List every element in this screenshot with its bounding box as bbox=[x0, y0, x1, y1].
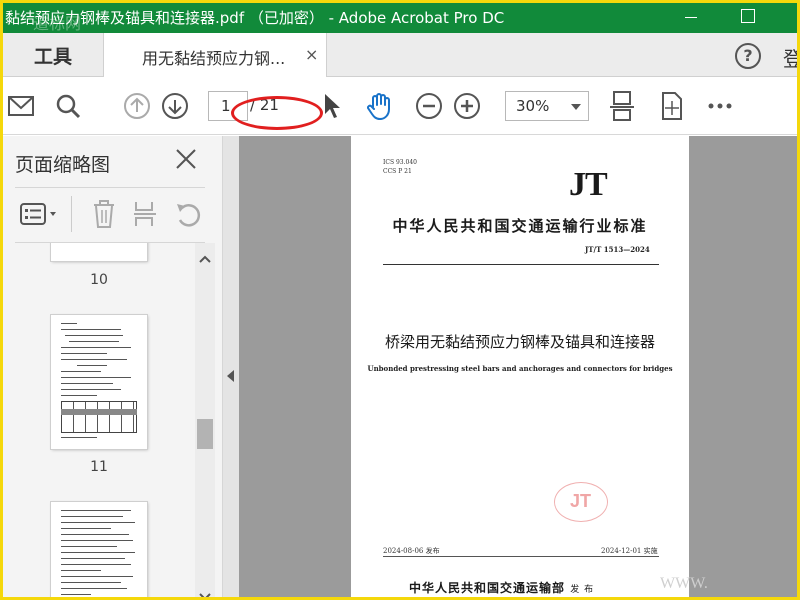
divider bbox=[383, 264, 659, 265]
close-icon[interactable] bbox=[173, 146, 199, 172]
jt-logo: JT bbox=[569, 166, 608, 203]
zoom-select[interactable]: 30% bbox=[505, 91, 589, 121]
annotation-ellipse bbox=[231, 96, 323, 130]
select-cursor-icon[interactable] bbox=[317, 77, 347, 135]
zoom-value: 30% bbox=[516, 97, 550, 115]
seal-stamp: JT bbox=[554, 482, 608, 522]
panel-title: 页面缩略图 bbox=[15, 154, 111, 176]
standard-type: 中华人民共和国交通运输行业标准 bbox=[392, 217, 648, 235]
search-icon[interactable] bbox=[51, 77, 85, 135]
undo-icon[interactable] bbox=[171, 196, 205, 232]
standard-number: JT/T 1513—2024 bbox=[585, 245, 650, 254]
thumbnail-list: 10 11 bbox=[3, 243, 195, 597]
minimize-button[interactable] bbox=[683, 9, 699, 25]
thumbnail-table bbox=[61, 401, 137, 433]
hand-tool-icon[interactable] bbox=[363, 77, 397, 135]
thumbnail-panel: 页面缩略图 10 11 bbox=[3, 136, 223, 597]
ics-code: ICS 93.040 bbox=[383, 159, 417, 166]
maximize-button[interactable] bbox=[741, 9, 755, 23]
delete-icon[interactable] bbox=[89, 196, 119, 232]
prev-page-icon[interactable] bbox=[120, 77, 154, 135]
thumbnail-label: 10 bbox=[90, 272, 108, 288]
thumbnail-options-icon[interactable] bbox=[17, 196, 61, 232]
pdf-page: ICS 93.040 CCS P 21 JT 中华人民共和国交通运输行业标准 J… bbox=[351, 136, 689, 597]
tab-document-label: 用无黏结预应力钢... bbox=[142, 49, 286, 68]
chevron-down-icon bbox=[571, 104, 581, 110]
document-title: 桥梁用无黏结预应力钢棒及锚具和连接器 bbox=[384, 333, 655, 351]
thumbnail-page-11[interactable] bbox=[51, 315, 147, 449]
document-view[interactable]: ICS 93.040 CCS P 21 JT 中华人民共和国交通运输行业标准 J… bbox=[239, 136, 797, 597]
chevron-up-icon[interactable] bbox=[199, 251, 211, 263]
collapse-panel-icon[interactable] bbox=[227, 370, 234, 382]
watermark-text: WWW. bbox=[660, 575, 708, 592]
zoom-in-icon[interactable] bbox=[451, 77, 483, 135]
help-icon[interactable]: ? bbox=[735, 43, 761, 69]
thumbnail-page-10[interactable] bbox=[51, 243, 147, 261]
login-link[interactable]: 登 bbox=[783, 43, 797, 72]
tab-document[interactable]: 用无黏结预应力钢... × bbox=[103, 33, 327, 78]
fit-page-icon[interactable] bbox=[605, 77, 639, 135]
zoom-out-icon[interactable] bbox=[413, 77, 445, 135]
tab-bar: 工具 用无黏结预应力钢... × ? 登 bbox=[3, 33, 797, 78]
tab-close-icon[interactable]: × bbox=[305, 45, 318, 64]
app-window: 黏结预应力钢棒及锚具和连接器.pdf （已加密） - Adobe Acrobat… bbox=[0, 0, 800, 600]
more-icon[interactable] bbox=[703, 77, 737, 135]
rotate-view-icon[interactable] bbox=[655, 77, 689, 135]
seal-text: JT bbox=[569, 491, 591, 511]
title-bar: 黏结预应力钢棒及锚具和连接器.pdf （已加密） - Adobe Acrobat… bbox=[3, 3, 797, 33]
divider bbox=[383, 556, 659, 557]
thumbnail-label: 11 bbox=[90, 459, 108, 475]
document-title-en: Unbonded prestressing steel bars and anc… bbox=[367, 364, 673, 373]
next-page-icon[interactable] bbox=[158, 77, 192, 135]
watermark-text: 道标网 bbox=[33, 14, 82, 33]
thumbnail-page-12[interactable] bbox=[51, 502, 147, 597]
split-page-icon[interactable] bbox=[129, 196, 161, 232]
mail-icon[interactable] bbox=[3, 77, 39, 135]
issuing-ministry: 中华人民共和国交通运输部 发 布 bbox=[409, 581, 595, 595]
issue-date: 2024-08-06 发布 bbox=[383, 547, 440, 555]
tab-tools[interactable]: 工具 bbox=[3, 33, 103, 77]
divider bbox=[15, 187, 205, 188]
scrollbar[interactable] bbox=[195, 243, 215, 597]
panel-gutter bbox=[223, 136, 239, 597]
divider bbox=[71, 196, 72, 232]
toolbar: 1 / 21 30% bbox=[3, 77, 797, 135]
chevron-down-icon[interactable] bbox=[199, 587, 211, 597]
classification-codes: ICS 93.040 CCS P 21 bbox=[383, 158, 417, 176]
ccs-code: CCS P 21 bbox=[383, 168, 412, 175]
scrollbar-thumb[interactable] bbox=[197, 419, 213, 449]
implementation-date: 2024-12-01 实施 bbox=[601, 547, 658, 555]
